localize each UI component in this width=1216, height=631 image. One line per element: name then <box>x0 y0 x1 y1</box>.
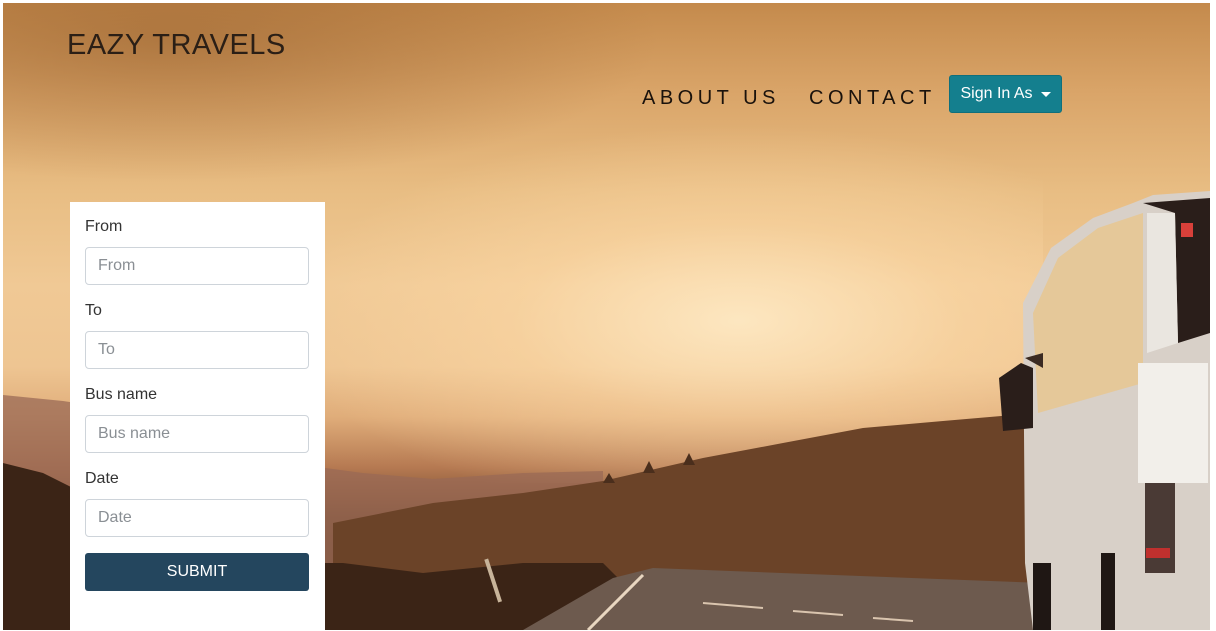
to-input[interactable] <box>85 331 309 369</box>
bus-search-form: From To Bus name Date SUBMIT <box>70 202 325 630</box>
hero-background: EAZY TRAVELS ABOUT US CONTACT Sign In As… <box>3 3 1210 630</box>
sign-in-as-dropdown-button[interactable]: Sign In As <box>949 75 1062 113</box>
date-input[interactable] <box>85 499 309 537</box>
caret-down-icon <box>1040 91 1051 97</box>
date-label: Date <box>85 470 119 487</box>
nav-contact[interactable]: CONTACT <box>809 87 936 110</box>
bus-name-input[interactable] <box>85 415 309 453</box>
bus-name-label: Bus name <box>85 386 158 403</box>
sign-in-as-label: Sign In As <box>960 85 1033 102</box>
brand-logo[interactable]: EAZY TRAVELS <box>67 29 286 62</box>
submit-button[interactable]: SUBMIT <box>85 553 309 591</box>
from-label: From <box>85 218 123 235</box>
from-input[interactable] <box>85 247 309 285</box>
nav-about-us[interactable]: ABOUT US <box>642 87 780 110</box>
to-label: To <box>85 302 102 319</box>
